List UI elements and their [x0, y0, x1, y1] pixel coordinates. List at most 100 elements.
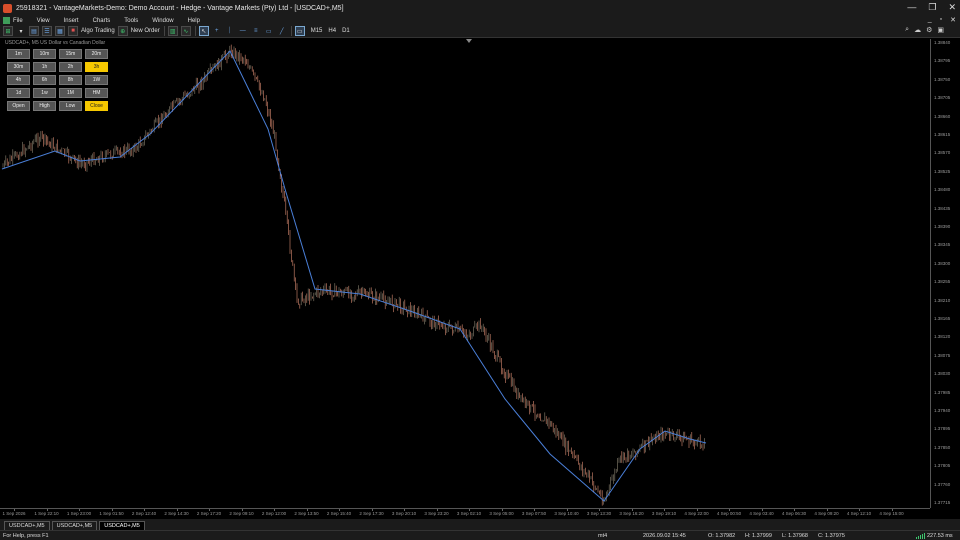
vertical-line-icon[interactable]: ⏐ — [225, 26, 235, 36]
maximize-button[interactable]: ❐ — [928, 2, 936, 13]
timeframe-button[interactable]: 1W — [85, 75, 108, 85]
time-label: 2 Sep 17:30 — [359, 511, 384, 516]
help-text: For Help, press F1 — [3, 533, 49, 539]
timeframe-button[interactable]: 1d — [7, 88, 30, 98]
dropdown-icon[interactable]: ▾ — [16, 26, 26, 36]
price-label: 1.38300 — [934, 260, 951, 266]
price-label: 1.38255 — [934, 279, 951, 285]
horizontal-line-icon[interactable]: — — [238, 26, 248, 36]
doc-restore-button[interactable]: ▫ — [940, 16, 942, 24]
timeframe-button[interactable]: 15m — [59, 49, 82, 59]
time-label: 3 Sep 07:50 — [521, 511, 547, 516]
price-label: 1.38525 — [934, 168, 951, 174]
timeframe-button[interactable]: 6h — [33, 75, 56, 85]
chart-shift-marker[interactable] — [466, 39, 472, 43]
time-label: 1 Sep 22:10 — [34, 511, 59, 516]
timeframe-button[interactable]: 10m — [33, 49, 56, 59]
new-order-icon[interactable]: ⊕ — [117, 26, 128, 36]
timeframe-button[interactable]: 1w — [33, 88, 56, 98]
time-label: 2 Sep 15:40 — [326, 511, 352, 516]
periods-icon[interactable]: ▭ — [294, 26, 305, 36]
timeframe-button[interactable]: 1h — [33, 62, 56, 72]
timeframe-button[interactable]: 2h — [59, 62, 82, 72]
time-label: 4 Sep 06:30 — [781, 511, 807, 516]
time-axis[interactable]: 1 Sep 2026 1 Sep 22:10 1 Sep 23:00 1 Sep 01… — [0, 508, 930, 519]
timeframe-button[interactable]: Open — [7, 101, 30, 111]
menu-help[interactable]: Help — [188, 18, 200, 24]
timeframe-button[interactable]: HM — [85, 88, 108, 98]
bar-chart-icon[interactable]: ▥ — [167, 26, 178, 36]
chart-tab[interactable]: USDCAD+,M5 — [51, 521, 98, 530]
time-label: 3 Sep 02:10 — [456, 511, 482, 516]
time-label: 2 Sep 12:00 — [261, 511, 287, 516]
settings-icon[interactable]: ⚙ — [926, 26, 932, 34]
open-value: O: 1.37982 — [708, 533, 736, 539]
chart-tab[interactable]: USDCAD+,M5 — [4, 521, 50, 530]
price-label: 1.38570 — [934, 150, 951, 156]
close-button[interactable]: ✕ — [948, 2, 956, 13]
algo-trading-button[interactable]: Algo Trading — [81, 26, 115, 36]
signal-icon — [916, 533, 925, 539]
timeframe-button[interactable]: 1M — [59, 88, 82, 98]
profiles-icon[interactable]: ▤ — [29, 26, 39, 36]
time-label: 4 Sep 22:00 — [684, 511, 709, 516]
timeframe-h4[interactable]: H4 — [328, 28, 336, 34]
doc-minimize-button[interactable]: _ — [928, 16, 932, 24]
menu-charts[interactable]: Charts — [93, 18, 111, 24]
doc-close-button[interactable]: ✕ — [950, 16, 956, 24]
rectangle-icon[interactable]: ▭ — [264, 26, 274, 36]
price-label: 1.38795 — [934, 58, 951, 64]
chart-tab-bar: USDCAD+,M5 USDCAD+,M5 USDCAD+,M5 — [0, 519, 960, 530]
algo-trading-icon[interactable]: ■ — [68, 26, 78, 36]
price-label: 1.38210 — [934, 297, 951, 303]
menu-window[interactable]: Window — [152, 18, 173, 24]
menu-file[interactable]: File — [13, 18, 23, 24]
menu-insert[interactable]: Insert — [64, 18, 79, 24]
new-chart-icon[interactable]: ⊞ — [3, 26, 13, 36]
price-scale[interactable]: 1.38840 1.38795 1.38750 1.38705 1.38660 1.386… — [930, 39, 960, 508]
minimize-button[interactable]: — — [907, 2, 916, 13]
search-icon[interactable]: ⌕ — [905, 26, 909, 34]
timeframe-button[interactable]: 20m — [85, 49, 108, 59]
chart-canvas[interactable] — [0, 39, 930, 508]
market-icon[interactable]: ▣ — [937, 26, 944, 34]
time-label: 2 Sep 14:30 — [164, 511, 189, 516]
timeframe-button[interactable]: 8h — [59, 75, 82, 85]
price-label: 1.38030 — [934, 371, 951, 377]
menu-view[interactable]: View — [37, 18, 50, 24]
time-label: 4 Sep 15:00 — [879, 511, 904, 516]
line-chart-icon[interactable]: ∿ — [180, 26, 191, 36]
window-title: 25918321 - VantageMarkets-Demo: Demo Acc… — [16, 4, 344, 12]
time-label: 2 Sep 13:50 — [294, 511, 319, 516]
connection-status[interactable]: 227.53 ms — [916, 533, 953, 539]
bar-datetime: 2026.09.02 15:45 — [643, 533, 686, 539]
chart-tab-active[interactable]: USDCAD+,M5 — [99, 521, 145, 530]
trendline-icon[interactable]: ╱ — [277, 26, 287, 36]
timeframe-d1[interactable]: D1 — [342, 28, 350, 34]
price-label: 1.37850 — [934, 444, 951, 450]
title-bar: 25918321 - VantageMarkets-Demo: Demo Acc… — [0, 0, 960, 16]
price-chart[interactable]: USDCAD+, M5 US Dollar vs Canadian Dollar… — [0, 39, 960, 519]
price-label: 1.37895 — [934, 426, 951, 432]
new-order-button[interactable]: New Order — [131, 26, 160, 36]
timeframe-button[interactable]: 1m — [7, 49, 30, 59]
cursor-icon[interactable]: ↖ — [198, 26, 209, 36]
channel-icon[interactable]: ≡ — [251, 26, 261, 36]
timeframe-button[interactable]: 4h — [7, 75, 30, 85]
navigator-icon[interactable]: ▦ — [55, 26, 65, 36]
price-label: 1.37715 — [934, 500, 951, 505]
crosshair-icon[interactable]: + — [212, 26, 222, 36]
community-icon[interactable]: ☁ — [914, 26, 921, 34]
price-label: 1.37940 — [934, 408, 951, 413]
market-watch-icon[interactable]: ☰ — [42, 26, 52, 36]
status-bar: For Help, press F1 mt4 2026.09.02 15:45 … — [0, 530, 960, 540]
timeframe-button[interactable]: High — [33, 101, 56, 111]
timeframe-button[interactable]: 3h — [85, 62, 108, 72]
timeframe-m15[interactable]: M15 — [311, 28, 323, 34]
high-value: H: 1.37999 — [745, 533, 772, 539]
time-label: 3 Sep 10:40 — [554, 511, 579, 516]
timeframe-button[interactable]: Low — [59, 101, 82, 111]
timeframe-button[interactable]: 30m — [7, 62, 30, 72]
menu-tools[interactable]: Tools — [124, 18, 138, 24]
timeframe-button[interactable]: Close — [85, 101, 108, 111]
